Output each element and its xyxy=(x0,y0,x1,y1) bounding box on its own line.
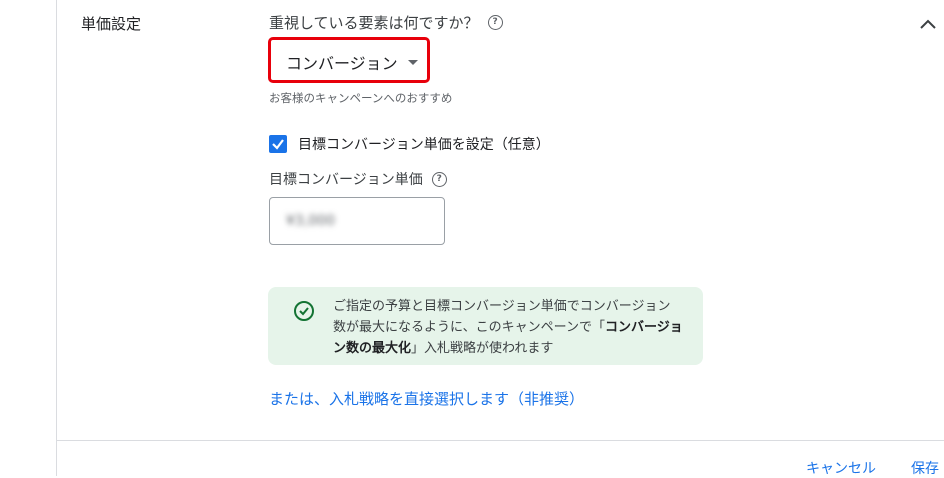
help-icon[interactable]: ? xyxy=(487,15,503,30)
check-circle-icon xyxy=(294,301,314,321)
left-gutter xyxy=(0,0,57,476)
chevron-up-icon[interactable] xyxy=(918,16,938,32)
question-text: 重視している要素は何ですか？ xyxy=(269,14,479,32)
info-text-after: 」入札戦略が使われます xyxy=(411,341,554,356)
dropdown-highlight: コンバージョン xyxy=(268,37,430,83)
section-label: 単価設定 xyxy=(81,15,142,33)
target-cpa-label: 目標コンバージョン単価 xyxy=(269,172,423,188)
manual-strategy-link[interactable]: または、入札戦略を直接選択します（非推奨） xyxy=(269,388,584,409)
goal-dropdown[interactable]: コンバージョン xyxy=(286,50,418,74)
help-icon[interactable]: ? xyxy=(431,171,447,187)
caret-down-icon xyxy=(407,59,418,65)
info-text: ご指定の予算と目標コンバージョン単価でコンバージョン数が最大になるように、このキ… xyxy=(333,296,683,359)
checkbox-label: 目標コンバージョン単価を設定（任意） xyxy=(298,137,550,153)
target-cpa-value: ¥3,000 xyxy=(286,213,335,229)
checkbox-checked-icon[interactable] xyxy=(269,135,287,153)
target-cpa-checkbox-row[interactable]: 目標コンバージョン単価を設定（任意） xyxy=(269,134,550,154)
recommendation-hint: お客様のキャンペーンへのおすすめ xyxy=(269,91,453,105)
question-row: 重視している要素は何ですか？ ? xyxy=(269,12,503,33)
target-cpa-input[interactable]: ¥3,000 xyxy=(269,197,445,245)
info-banner: ご指定の予算と目標コンバージョン単価でコンバージョン数が最大になるように、このキ… xyxy=(268,287,703,365)
cancel-button[interactable]: キャンセル xyxy=(806,458,876,478)
target-cpa-label-row: 目標コンバージョン単価 ? xyxy=(269,169,447,189)
save-button[interactable]: 保存 xyxy=(911,458,939,478)
goal-dropdown-value: コンバージョン xyxy=(286,54,398,73)
divider xyxy=(57,440,944,441)
